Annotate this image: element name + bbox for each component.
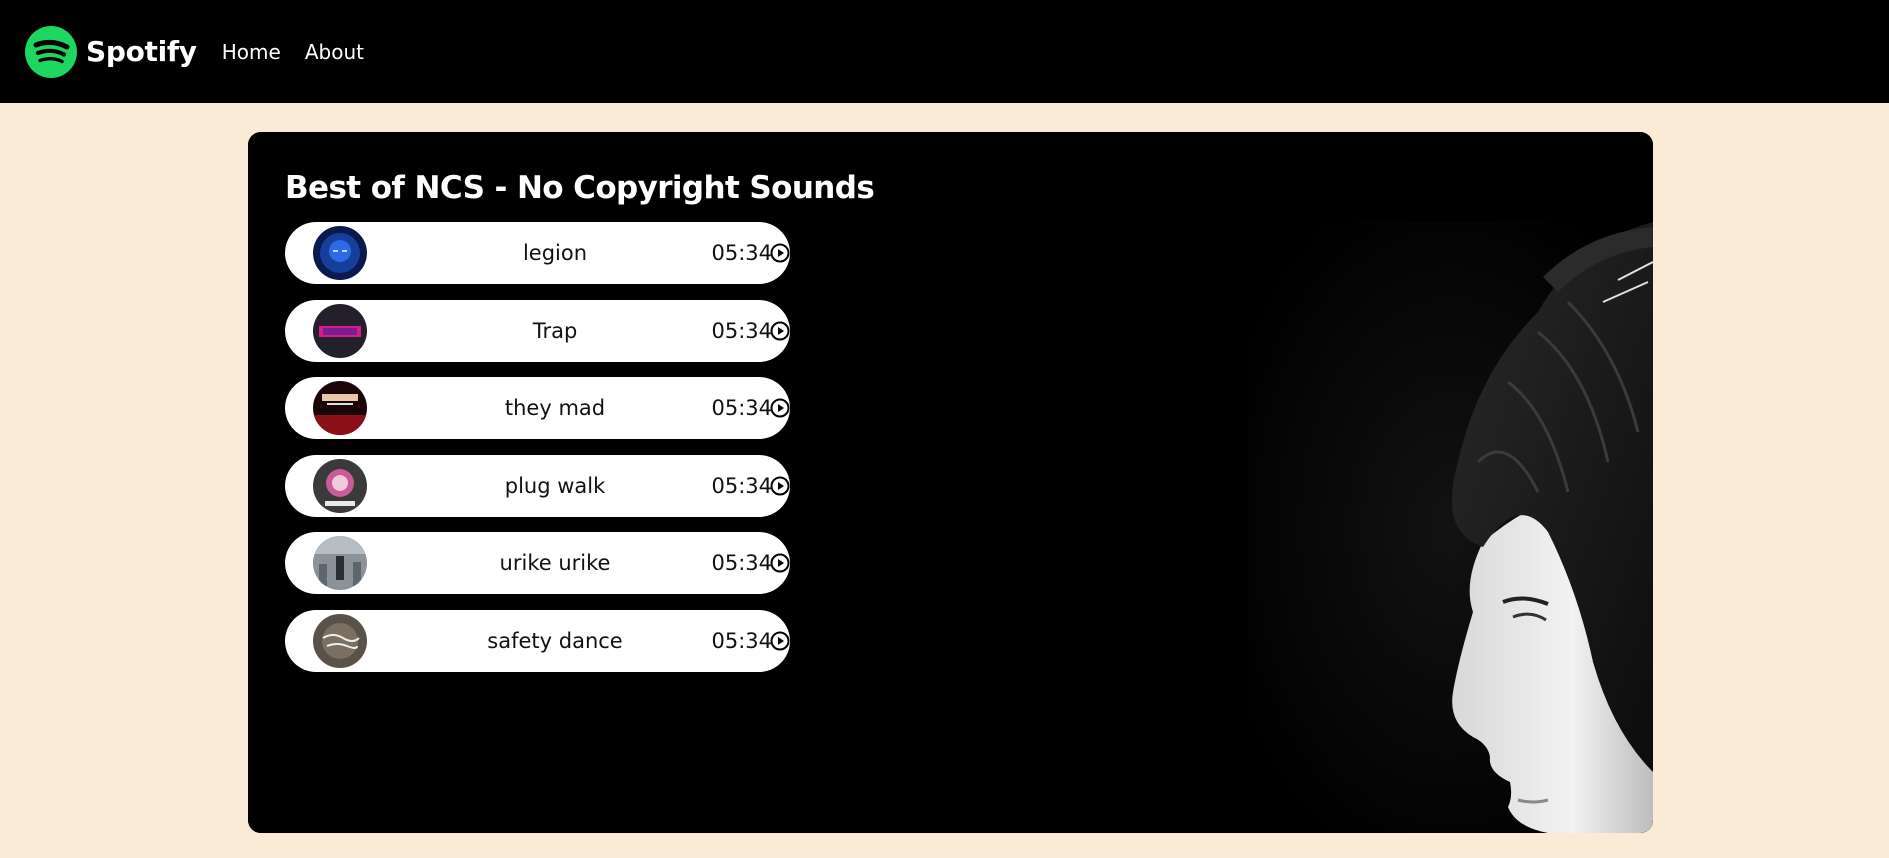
song-cover-image <box>313 381 367 435</box>
song-list: legion 05:34 Trap 05:34 they mad 05:34 p… <box>285 222 790 687</box>
song-name: urike urike <box>499 551 611 575</box>
brand-name: Spotify <box>86 35 197 68</box>
song-item-plug-walk[interactable]: plug walk 05:34 <box>285 454 790 517</box>
song-item-legion[interactable]: legion 05:34 <box>285 222 790 284</box>
song-cover-image <box>313 458 367 513</box>
song-item-urike-urike[interactable]: urike urike 05:34 <box>285 532 790 594</box>
play-circle-icon[interactable] <box>770 321 790 341</box>
song-duration: 05:34 <box>711 318 772 343</box>
song-name: plug walk <box>504 473 606 498</box>
spotify-logo-icon <box>25 25 77 78</box>
song-item-trap[interactable]: Trap 05:34 <box>285 299 790 362</box>
nav-link-about[interactable]: About <box>305 40 364 64</box>
play-circle-icon[interactable] <box>770 553 790 573</box>
play-circle-icon[interactable] <box>770 243 790 263</box>
song-name: Trap <box>532 318 578 343</box>
song-duration: 05:34 <box>711 396 772 420</box>
song-duration: 05:34 <box>711 628 772 653</box>
song-duration: 05:34 <box>711 551 772 575</box>
song-cover-image <box>313 536 367 590</box>
song-cover-image <box>313 303 367 358</box>
song-item-they-mad[interactable]: they mad 05:34 <box>285 377 790 439</box>
song-name: they mad <box>504 396 606 420</box>
play-circle-icon[interactable] <box>770 631 790 651</box>
playlist-container: Best of NCS - No Copyright Sounds legion… <box>248 132 1653 833</box>
song-duration: 05:34 <box>711 241 772 265</box>
song-duration: 05:34 <box>711 473 772 498</box>
nav-link-home[interactable]: Home <box>222 40 281 64</box>
song-name: legion <box>522 241 588 265</box>
song-cover-image <box>313 613 367 668</box>
song-name: safety dance <box>487 628 623 653</box>
navbar: Spotify Home About <box>0 0 1889 103</box>
play-circle-icon[interactable] <box>770 398 790 418</box>
song-item-safety-dance[interactable]: safety dance 05:34 <box>285 609 790 672</box>
play-circle-icon[interactable] <box>770 476 790 496</box>
playlist-title: Best of NCS - No Copyright Sounds <box>285 170 875 206</box>
brand[interactable]: Spotify <box>25 25 197 78</box>
song-cover-image <box>313 226 367 280</box>
